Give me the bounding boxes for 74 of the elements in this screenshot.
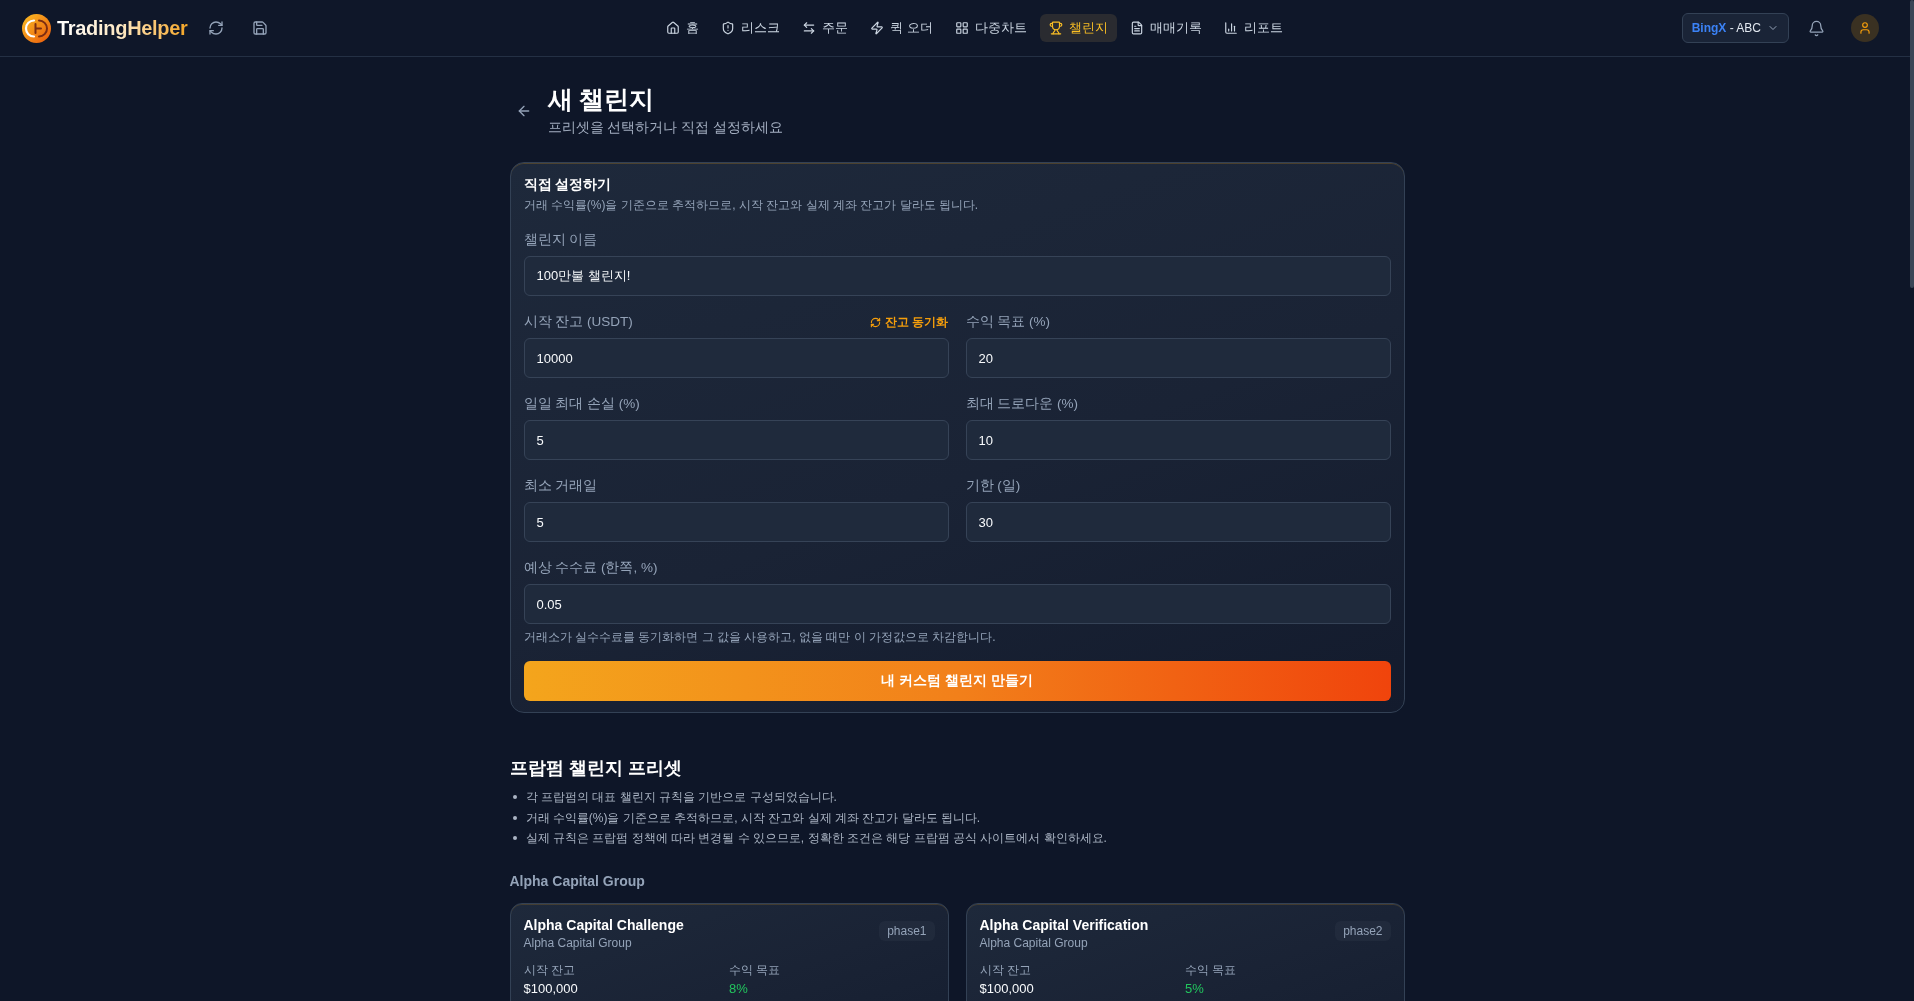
logo-icon bbox=[22, 13, 51, 43]
note-text: 거래 수익률(%)을 기준으로 추적하므로, 시작 잔고와 실제 계좌 잔고가 달라도 됩니다. bbox=[525, 809, 981, 827]
account-dropdown[interactable]: BingX - ABC bbox=[1681, 13, 1789, 43]
phase-badge: phase2 bbox=[1335, 920, 1391, 941]
refresh-icon bbox=[870, 316, 882, 328]
refresh-button[interactable] bbox=[207, 20, 224, 36]
refresh-icon bbox=[207, 20, 224, 36]
nav-tab[interactable]: 매매기록 bbox=[1120, 14, 1211, 42]
page-subtitle: 프리셋을 선택하거나 직접 설정하세요 bbox=[547, 119, 783, 137]
nav-tab[interactable]: 리포트 bbox=[1214, 14, 1292, 42]
input-field[interactable]: 20 bbox=[965, 338, 1391, 378]
bullet-icon bbox=[512, 836, 517, 841]
user-icon bbox=[1858, 21, 1872, 35]
grid-icon bbox=[954, 21, 969, 35]
input-field[interactable]: 5 bbox=[523, 420, 949, 460]
bell-icon bbox=[1808, 19, 1825, 37]
save-icon bbox=[251, 20, 268, 36]
field-label: 챌린지 이름 bbox=[523, 231, 598, 249]
shield-icon bbox=[721, 21, 736, 35]
nav-tab[interactable]: 홈 bbox=[657, 14, 709, 42]
preset-title: Alpha Capital Verification bbox=[979, 915, 1149, 935]
field-label: 예상 수수료 (한쪽, %) bbox=[523, 559, 658, 577]
preset-card[interactable]: Alpha Capital Challenge Alpha Capital Group phase1 시작 잔고 $100,000 수익 목표 8% bbox=[509, 902, 949, 1001]
bullet-icon bbox=[512, 795, 517, 800]
preset-firm: Alpha Capital Group bbox=[979, 934, 1089, 951]
stat-value: $100,000 bbox=[523, 979, 579, 998]
lightning-icon bbox=[870, 21, 885, 35]
sync-balance-link[interactable]: 잔고 동기화 bbox=[870, 313, 949, 331]
card-description: 거래 수익률(%)을 기준으로 추적하므로, 시작 잔고와 실제 계좌 잔고가 달라도 됩니다. bbox=[523, 197, 980, 214]
save-button[interactable] bbox=[251, 20, 268, 36]
scrollbar-thumb[interactable] bbox=[1910, 0, 1914, 288]
field-label: 기한 (일) bbox=[965, 477, 1021, 495]
stat-value: 5% bbox=[1185, 979, 1205, 998]
field-hint: 거래소가 실수수료를 동기화하면 그 값을 사용하고, 없을 때만 이 가정값으로 차감합니다. bbox=[523, 629, 997, 645]
nav-tab[interactable]: 주문 bbox=[793, 14, 858, 42]
preset-title: Alpha Capital Challenge bbox=[523, 915, 684, 935]
notifications-button[interactable] bbox=[1808, 19, 1825, 37]
house-icon bbox=[666, 21, 681, 35]
field-label: 수익 목표 (%) bbox=[965, 313, 1050, 331]
avatar-button[interactable] bbox=[1851, 14, 1879, 42]
stat-label: 수익 목표 bbox=[1185, 961, 1238, 979]
document-icon bbox=[1129, 21, 1144, 35]
stat-value: $100,000 bbox=[979, 979, 1035, 998]
section-title: 프랍펌 챌린지 프리셋 bbox=[509, 757, 683, 780]
note-text: 실제 규칙은 프랍펌 정책에 따라 변경될 수 있으므로, 정확한 조건은 해당 프랍펌 공식 사이트에서 확인하세요. bbox=[525, 830, 1107, 848]
input-field[interactable]: 100만불 챌린지! bbox=[523, 256, 1391, 296]
field-label: 최소 거래일 bbox=[523, 477, 598, 495]
input-field[interactable]: 5 bbox=[523, 502, 949, 542]
page-title: 새 챌린지 bbox=[547, 84, 656, 115]
stat-label: 시작 잔고 bbox=[523, 961, 576, 979]
nav-tab[interactable]: 다중차트 bbox=[945, 14, 1036, 42]
input-field[interactable]: 10000 bbox=[523, 338, 949, 378]
stat-label: 시작 잔고 bbox=[979, 961, 1032, 979]
stat-label: 수익 목표 bbox=[729, 961, 782, 979]
stat-value: 8% bbox=[729, 979, 749, 998]
bullet-icon bbox=[512, 815, 517, 820]
trophy-icon bbox=[1048, 21, 1063, 35]
bar-chart-icon bbox=[1223, 21, 1238, 35]
card-title: 직접 설정하기 bbox=[523, 175, 613, 194]
nav-tab[interactable]: 리스크 bbox=[712, 14, 790, 42]
field-label: 최대 드로다운 (%) bbox=[965, 395, 1078, 413]
field-label: 일일 최대 손실 (%) bbox=[523, 395, 640, 413]
input-field[interactable]: 0.05 bbox=[523, 584, 1391, 624]
nav-tab[interactable]: 퀵 오더 bbox=[861, 14, 942, 42]
field-label: 시작 잔고 (USDT) bbox=[523, 313, 633, 331]
note-text: 각 프랍펌의 대표 챌린지 규칙을 기반으로 구성되었습니다. bbox=[525, 789, 837, 807]
input-field[interactable]: 30 bbox=[965, 502, 1391, 542]
input-field[interactable]: 10 bbox=[965, 420, 1391, 460]
group-name: Alpha Capital Group bbox=[509, 871, 646, 891]
nav-tab[interactable]: 챌린지 bbox=[1039, 14, 1117, 42]
phase-badge: phase1 bbox=[879, 920, 935, 941]
preset-firm: Alpha Capital Group bbox=[523, 934, 633, 951]
arrows-icon bbox=[802, 21, 817, 35]
preset-card[interactable]: Alpha Capital Verification Alpha Capital Group phase2 시작 잔고 $100,000 수익 목표 5% bbox=[965, 902, 1405, 1001]
